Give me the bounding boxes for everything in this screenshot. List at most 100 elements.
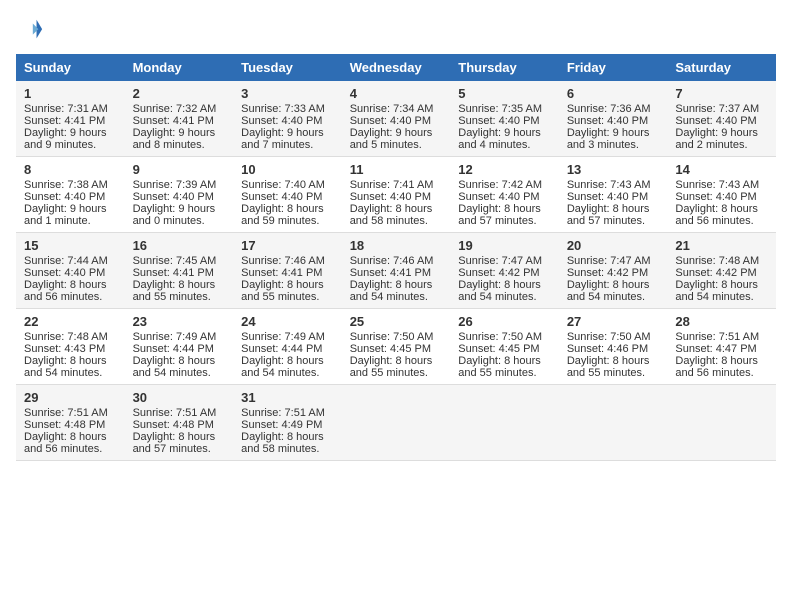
day-cell: 25Sunrise: 7:50 AMSunset: 4:45 PMDayligh… xyxy=(342,309,451,385)
daylight-label: Daylight: 9 hours and 0 minutes. xyxy=(133,203,216,227)
sunset-label: Sunset: 4:40 PM xyxy=(458,191,539,203)
sunrise-label: Sunrise: 7:41 AM xyxy=(350,179,434,191)
day-cell: 15Sunrise: 7:44 AMSunset: 4:40 PMDayligh… xyxy=(16,233,125,309)
sunrise-label: Sunrise: 7:36 AM xyxy=(567,103,651,115)
sunset-label: Sunset: 4:40 PM xyxy=(567,115,648,127)
day-cell: 14Sunrise: 7:43 AMSunset: 4:40 PMDayligh… xyxy=(667,157,776,233)
daylight-label: Daylight: 8 hours and 56 minutes. xyxy=(675,355,758,379)
day-number: 1 xyxy=(24,86,117,101)
day-number: 28 xyxy=(675,314,768,329)
sunrise-label: Sunrise: 7:44 AM xyxy=(24,255,108,267)
daylight-label: Daylight: 9 hours and 5 minutes. xyxy=(350,127,433,151)
daylight-label: Daylight: 8 hours and 55 minutes. xyxy=(458,355,541,379)
sunset-label: Sunset: 4:44 PM xyxy=(133,343,214,355)
col-header-tuesday: Tuesday xyxy=(233,54,342,81)
day-number: 16 xyxy=(133,238,226,253)
day-cell: 28Sunrise: 7:51 AMSunset: 4:47 PMDayligh… xyxy=(667,309,776,385)
sunset-label: Sunset: 4:42 PM xyxy=(458,267,539,279)
sunset-label: Sunset: 4:40 PM xyxy=(241,191,322,203)
sunset-label: Sunset: 4:47 PM xyxy=(675,343,756,355)
sunrise-label: Sunrise: 7:49 AM xyxy=(241,331,325,343)
daylight-label: Daylight: 8 hours and 57 minutes. xyxy=(133,431,216,455)
day-cell: 1 Sunrise: 7:31 AMSunset: 4:41 PMDaylight… xyxy=(16,81,125,157)
sunset-label: Sunset: 4:40 PM xyxy=(241,115,322,127)
day-number: 29 xyxy=(24,390,117,405)
day-number: 8 xyxy=(24,162,117,177)
sunrise-label: Sunrise: 7:43 AM xyxy=(675,179,759,191)
day-number: 13 xyxy=(567,162,660,177)
daylight-label: Daylight: 8 hours and 54 minutes. xyxy=(567,279,650,303)
day-number: 18 xyxy=(350,238,443,253)
col-header-sunday: Sunday xyxy=(16,54,125,81)
day-cell: 19Sunrise: 7:47 AMSunset: 4:42 PMDayligh… xyxy=(450,233,559,309)
sunrise-label: Sunrise: 7:46 AM xyxy=(241,255,325,267)
week-row-4: 22Sunrise: 7:48 AMSunset: 4:43 PMDayligh… xyxy=(16,309,776,385)
week-row-2: 8Sunrise: 7:38 AMSunset: 4:40 PMDaylight… xyxy=(16,157,776,233)
col-header-friday: Friday xyxy=(559,54,668,81)
col-header-thursday: Thursday xyxy=(450,54,559,81)
day-cell: 8Sunrise: 7:38 AMSunset: 4:40 PMDaylight… xyxy=(16,157,125,233)
daylight-label: Daylight: 8 hours and 55 minutes. xyxy=(350,355,433,379)
day-number: 20 xyxy=(567,238,660,253)
sunrise-label: Sunrise: 7:51 AM xyxy=(241,407,325,419)
sunset-label: Sunset: 4:40 PM xyxy=(350,191,431,203)
day-cell: 7Sunrise: 7:37 AMSunset: 4:40 PMDaylight… xyxy=(667,81,776,157)
sunset-label: Sunset: 4:46 PM xyxy=(567,343,648,355)
day-cell: 17Sunrise: 7:46 AMSunset: 4:41 PMDayligh… xyxy=(233,233,342,309)
day-cell xyxy=(667,385,776,461)
sunrise-label: Sunrise: 7:35 AM xyxy=(458,103,542,115)
daylight-label: Daylight: 8 hours and 54 minutes. xyxy=(675,279,758,303)
daylight-label: Daylight: 8 hours and 54 minutes. xyxy=(24,355,107,379)
sunrise-label: Sunrise: 7:48 AM xyxy=(24,331,108,343)
sunset-label: Sunset: 4:40 PM xyxy=(567,191,648,203)
sunrise-label: Sunrise: 7:50 AM xyxy=(458,331,542,343)
day-cell: 5Sunrise: 7:35 AMSunset: 4:40 PMDaylight… xyxy=(450,81,559,157)
daylight-label: Daylight: 9 hours and 7 minutes. xyxy=(241,127,324,151)
sunrise-label: Sunrise: 7:48 AM xyxy=(675,255,759,267)
sunset-label: Sunset: 4:41 PM xyxy=(133,115,214,127)
day-cell: 4Sunrise: 7:34 AMSunset: 4:40 PMDaylight… xyxy=(342,81,451,157)
day-number: 21 xyxy=(675,238,768,253)
sunrise-label: Sunrise: 7:31 AM xyxy=(24,103,108,115)
sunrise-label: Sunrise: 7:46 AM xyxy=(350,255,434,267)
day-number: 10 xyxy=(241,162,334,177)
daylight-label: Daylight: 8 hours and 59 minutes. xyxy=(241,203,324,227)
day-cell: 11Sunrise: 7:41 AMSunset: 4:40 PMDayligh… xyxy=(342,157,451,233)
day-cell: 10Sunrise: 7:40 AMSunset: 4:40 PMDayligh… xyxy=(233,157,342,233)
day-cell: 9Sunrise: 7:39 AMSunset: 4:40 PMDaylight… xyxy=(125,157,234,233)
day-number: 25 xyxy=(350,314,443,329)
week-row-3: 15Sunrise: 7:44 AMSunset: 4:40 PMDayligh… xyxy=(16,233,776,309)
day-number: 24 xyxy=(241,314,334,329)
day-cell: 20 Sunrise: 7:47 AMSunset: 4:42 PMDayligh… xyxy=(559,233,668,309)
sunrise-label: Sunrise: 7:42 AM xyxy=(458,179,542,191)
sunset-label: Sunset: 4:44 PM xyxy=(241,343,322,355)
sunset-label: Sunset: 4:41 PM xyxy=(24,115,105,127)
day-cell: 21Sunrise: 7:48 AMSunset: 4:42 PMDayligh… xyxy=(667,233,776,309)
daylight-label: Daylight: 9 hours and 2 minutes. xyxy=(675,127,758,151)
day-cell: 13Sunrise: 7:43 AMSunset: 4:40 PMDayligh… xyxy=(559,157,668,233)
sunset-label: Sunset: 4:49 PM xyxy=(241,419,322,431)
sunrise-label: Sunrise: 7:43 AM xyxy=(567,179,651,191)
header xyxy=(16,16,776,44)
sunrise-label: Sunrise: 7:47 AM xyxy=(567,255,651,267)
day-number: 7 xyxy=(675,86,768,101)
daylight-label: Daylight: 8 hours and 55 minutes. xyxy=(241,279,324,303)
sunset-label: Sunset: 4:42 PM xyxy=(567,267,648,279)
daylight-label: Daylight: 8 hours and 57 minutes. xyxy=(458,203,541,227)
week-row-5: 29Sunrise: 7:51 AMSunset: 4:48 PMDayligh… xyxy=(16,385,776,461)
daylight-label: Daylight: 8 hours and 54 minutes. xyxy=(241,355,324,379)
col-header-wednesday: Wednesday xyxy=(342,54,451,81)
day-cell: 22Sunrise: 7:48 AMSunset: 4:43 PMDayligh… xyxy=(16,309,125,385)
day-cell: 3Sunrise: 7:33 AMSunset: 4:40 PMDaylight… xyxy=(233,81,342,157)
sunset-label: Sunset: 4:40 PM xyxy=(24,267,105,279)
sunset-label: Sunset: 4:40 PM xyxy=(675,115,756,127)
sunrise-label: Sunrise: 7:45 AM xyxy=(133,255,217,267)
sunrise-label: Sunrise: 7:38 AM xyxy=(24,179,108,191)
day-cell: 27Sunrise: 7:50 AMSunset: 4:46 PMDayligh… xyxy=(559,309,668,385)
sunset-label: Sunset: 4:41 PM xyxy=(133,267,214,279)
daylight-label: Daylight: 9 hours and 9 minutes. xyxy=(24,127,107,151)
sunset-label: Sunset: 4:45 PM xyxy=(350,343,431,355)
day-cell xyxy=(559,385,668,461)
sunset-label: Sunset: 4:40 PM xyxy=(24,191,105,203)
week-row-1: 1Sunrise: 7:31 AMSunset: 4:41 PMDaylight… xyxy=(16,81,776,157)
